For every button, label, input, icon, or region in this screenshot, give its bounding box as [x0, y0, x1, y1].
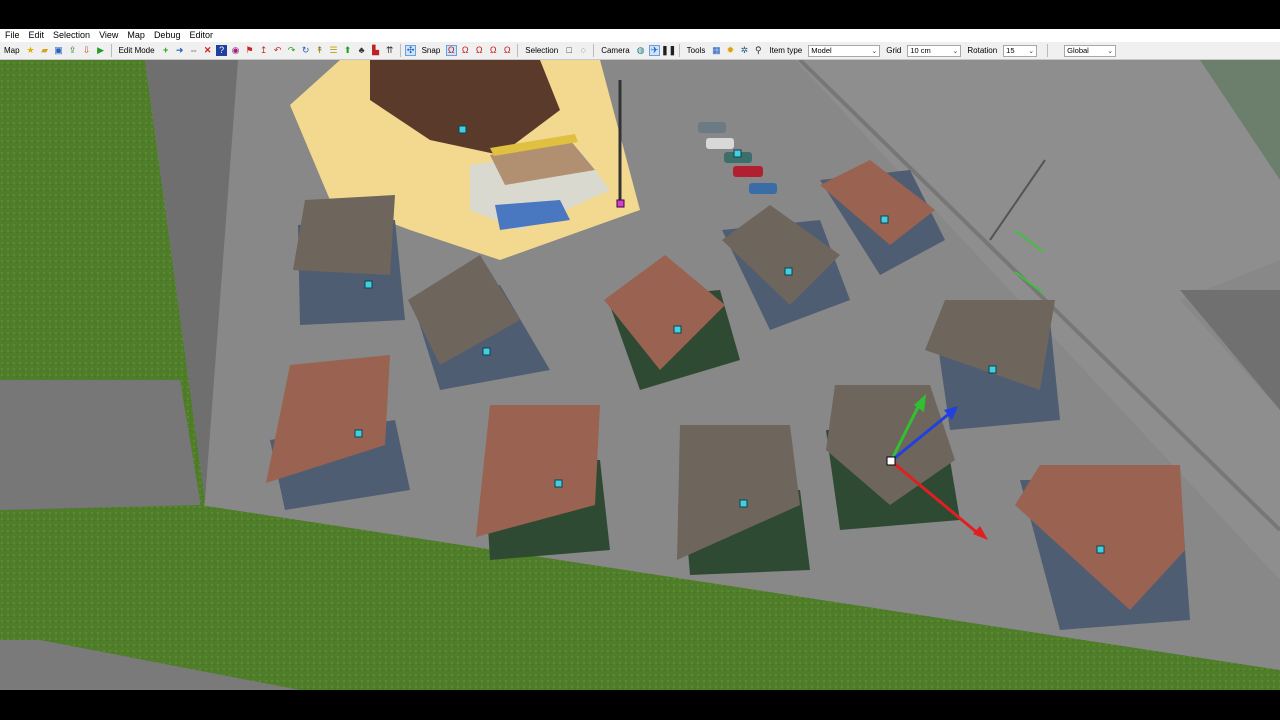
house-8[interactable]	[476, 405, 610, 560]
undo-icon[interactable]: ↶	[272, 45, 283, 56]
grid-select[interactable]: 10 cm ⌄	[907, 44, 962, 57]
menu-map[interactable]: Map	[122, 29, 149, 42]
map-group-label: Map	[4, 46, 20, 55]
signal-icon[interactable]: ⇈	[384, 45, 395, 56]
edit-mode-label: Edit Mode	[118, 46, 155, 55]
car-icon[interactable]: ▙	[370, 45, 381, 56]
menu-file[interactable]: File	[0, 29, 24, 42]
rotation-select[interactable]: 15 ⌄	[1003, 44, 1038, 57]
save-icon[interactable]: ▣	[53, 45, 64, 56]
3d-viewport[interactable]	[0, 60, 1280, 690]
globe-icon[interactable]: ◍	[635, 45, 646, 56]
item-type-value: Model	[811, 46, 832, 55]
tree-icon[interactable]: ♣	[356, 45, 367, 56]
grid-value: 10 cm	[910, 46, 931, 55]
menu-debug[interactable]: Debug	[149, 29, 185, 42]
flag-icon[interactable]: ⚑	[244, 45, 255, 56]
item-type-label: Item type	[769, 46, 803, 55]
grid-tool-icon[interactable]: ▦	[711, 45, 722, 56]
pause-icon[interactable]: ❚❚	[661, 45, 676, 56]
target-icon[interactable]: ◉	[230, 45, 241, 56]
gear-icon[interactable]: ✲	[739, 45, 750, 56]
chevron-down-icon: ⌄	[1028, 47, 1035, 55]
rect-select-icon[interactable]: □	[564, 45, 575, 56]
grid-label: Grid	[886, 46, 902, 55]
folder-open-icon[interactable]: ▰	[39, 45, 50, 56]
menu-view[interactable]: View	[94, 29, 122, 42]
tools-label: Tools	[686, 46, 706, 55]
swap-icon[interactable]: ⇔	[188, 45, 199, 56]
menu-bar: File Edit Selection View Map Debug Edito…	[0, 29, 1280, 42]
search-icon[interactable]: ⚲	[753, 45, 764, 56]
help-icon[interactable]: ?	[216, 45, 228, 56]
list-icon[interactable]: ☰	[328, 45, 339, 56]
up-arrow-icon[interactable]: ⬆	[342, 45, 353, 56]
car	[733, 166, 763, 177]
toolbar-separator	[1047, 44, 1049, 57]
snap-rotate-icon[interactable]: Ω	[488, 45, 499, 56]
play-icon[interactable]: ▶	[95, 45, 106, 56]
snap-label: Snap	[421, 46, 441, 55]
snap-point-icon[interactable]: Ω	[460, 45, 471, 56]
toolbar-separator	[678, 44, 680, 57]
snap-toggle-icon[interactable]: ✣	[405, 45, 417, 56]
car	[698, 122, 726, 133]
rotation-label: Rotation	[967, 46, 998, 55]
menu-editor[interactable]: Editor	[184, 29, 217, 42]
camera-label: Camera	[601, 46, 630, 55]
chevron-down-icon: ⌄	[952, 47, 959, 55]
letterbox-bottom	[0, 690, 1280, 720]
chevron-down-icon: ⌄	[1107, 47, 1114, 55]
menu-edit[interactable]: Edit	[24, 29, 49, 42]
snap-align-icon[interactable]: Ω	[502, 45, 513, 56]
star-icon[interactable]: ★	[25, 45, 36, 56]
house-1[interactable]	[293, 195, 405, 325]
chevron-down-icon: ⌄	[871, 47, 878, 55]
toolbar-separator	[399, 44, 401, 57]
toolbar-separator	[517, 44, 519, 57]
toolbar: Map ★ ▰ ▣ ⇪ ⇩ ▶ Edit Mode + ➜ ⇔ ✕ ? ◉ ⚑ …	[0, 42, 1280, 60]
house-6[interactable]	[266, 355, 410, 510]
letterbox-top	[0, 0, 1280, 29]
space-value: Global	[1067, 46, 1089, 55]
refresh-icon[interactable]: ↻	[300, 45, 311, 56]
import-icon[interactable]: ⇩	[81, 45, 92, 56]
select-arrow-icon[interactable]: ↟	[314, 45, 325, 56]
menu-selection[interactable]: Selection	[48, 29, 94, 42]
redo-icon[interactable]: ↷	[286, 45, 297, 56]
editor-window: File Edit Selection View Map Debug Edito…	[0, 29, 1280, 690]
lasso-select-icon[interactable]: ◌	[578, 45, 589, 56]
delete-icon[interactable]: ✕	[202, 45, 213, 56]
toolbar-separator	[593, 44, 595, 57]
space-select[interactable]: Global ⌄	[1064, 44, 1117, 57]
item-type-select[interactable]: Model ⌄	[808, 44, 881, 57]
snap-grid-icon[interactable]: Ω	[445, 45, 457, 56]
gizmo-center[interactable]	[886, 456, 896, 466]
car	[749, 183, 777, 194]
car	[706, 138, 734, 149]
rotation-value: 15	[1006, 46, 1015, 55]
selection-label: Selection	[525, 46, 559, 55]
sun-icon[interactable]: ✹	[725, 45, 736, 56]
toolbar-separator	[110, 44, 112, 57]
pin-icon[interactable]: ↥	[258, 45, 269, 56]
snap-magnet-icon[interactable]: Ω	[474, 45, 485, 56]
camera-move-icon[interactable]: ✈	[649, 45, 661, 56]
export-icon[interactable]: ⇪	[67, 45, 78, 56]
move-icon[interactable]: ➜	[174, 45, 185, 56]
scene-canvas[interactable]	[0, 60, 1280, 690]
add-icon[interactable]: +	[160, 45, 171, 56]
